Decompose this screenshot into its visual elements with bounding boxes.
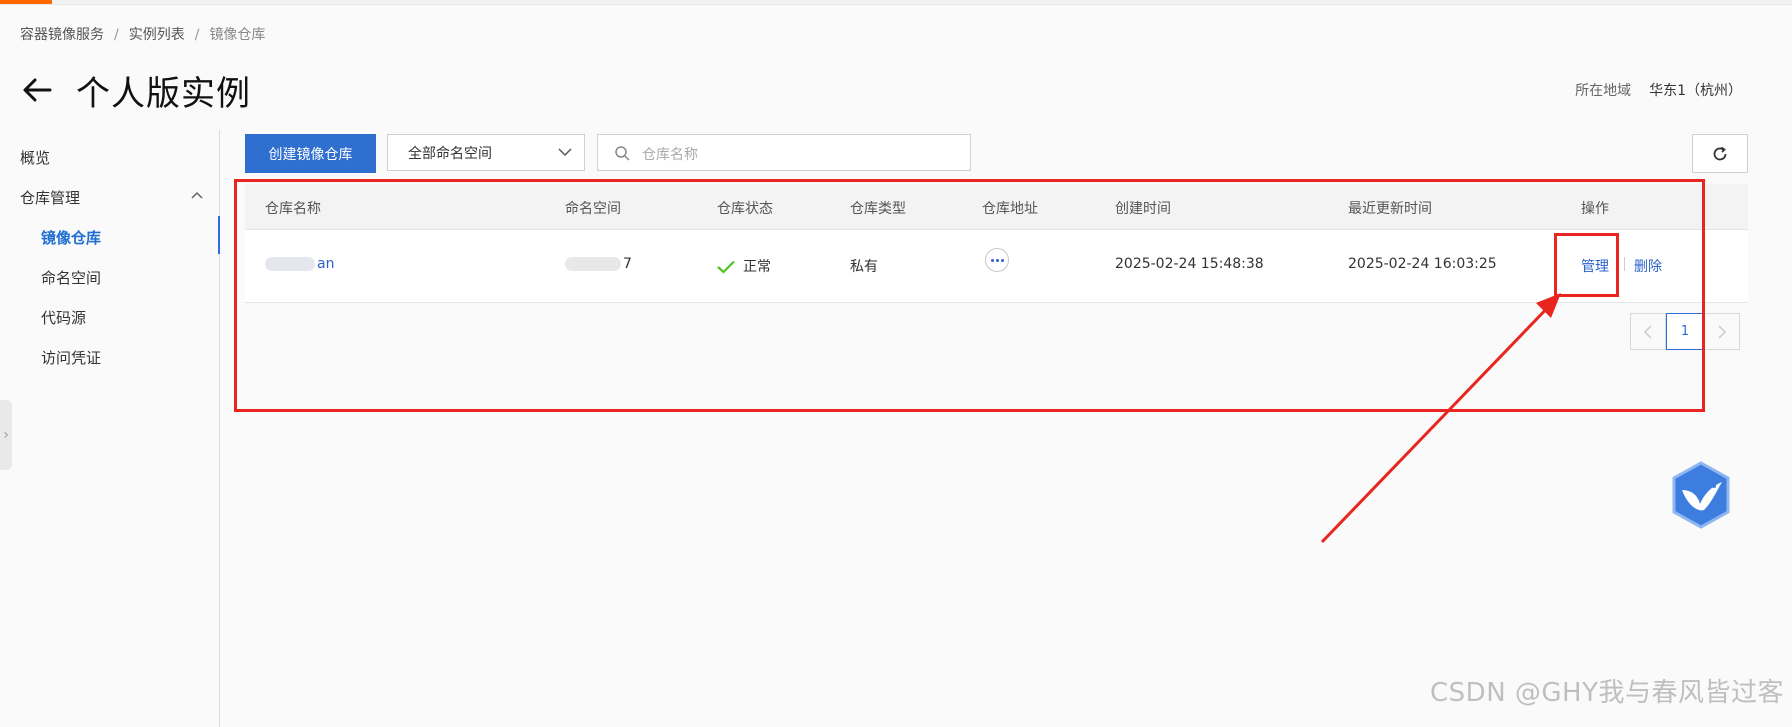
- action-divider: [1624, 257, 1625, 271]
- namespace-select-value: 全部命名空间: [408, 145, 492, 162]
- sidebar-collapse-handle[interactable]: ›: [0, 400, 12, 470]
- search-icon: [615, 146, 630, 161]
- repo-name-text: an: [317, 256, 335, 272]
- next-page-button[interactable]: [1704, 313, 1740, 350]
- watermark: CSDN @GHY我与春风皆过客: [1430, 678, 1784, 708]
- table-header: 仓库名称 命名空间 仓库状态 仓库类型 仓库地址 创建时间 最近更新时间 操作: [245, 184, 1748, 230]
- pagination: 1: [1630, 313, 1740, 350]
- chevron-up-icon[interactable]: [190, 190, 204, 200]
- page-header: 个人版实例: [20, 66, 251, 114]
- arrow-left-icon[interactable]: [20, 73, 54, 107]
- sidebar-item-namespaces[interactable]: 命名空间: [41, 267, 101, 288]
- refresh-icon: [1713, 146, 1727, 160]
- search-input[interactable]: [640, 141, 964, 167]
- sidebar: 概览 仓库管理 镜像仓库 命名空间 代码源 访问凭证: [0, 130, 220, 727]
- sidebar-item-image-repos[interactable]: 镜像仓库: [41, 227, 101, 248]
- column-header: 仓库状态: [717, 201, 773, 217]
- chevron-right-icon: [1718, 324, 1727, 339]
- refresh-button[interactable]: [1692, 134, 1748, 173]
- active-indicator: [218, 216, 220, 254]
- search-box: [597, 134, 971, 171]
- page-number[interactable]: 1: [1666, 313, 1704, 350]
- top-bar: [0, 0, 1792, 5]
- updated-time-cell: 2025-02-24 16:03:25: [1348, 256, 1497, 272]
- created-time-cell: 2025-02-24 15:48:38: [1115, 256, 1264, 272]
- chevron-right-icon: ›: [3, 427, 9, 443]
- brand-accent: [0, 0, 52, 4]
- chevron-down-icon: [558, 148, 572, 157]
- breadcrumb-separator: /: [194, 27, 200, 43]
- breadcrumb-current: 镜像仓库: [209, 27, 266, 43]
- annotation-arrow: [1320, 293, 1561, 544]
- redacted-mask: [565, 257, 621, 271]
- namespace-text: 7: [623, 256, 632, 272]
- create-repo-button[interactable]: 创建镜像仓库: [245, 134, 376, 173]
- redacted-mask: [265, 257, 315, 271]
- breadcrumb-item[interactable]: 容器镜像服务: [20, 24, 104, 44]
- breadcrumb-separator: /: [114, 27, 119, 43]
- sidebar-item-access-credentials[interactable]: 访问凭证: [41, 347, 101, 368]
- chevron-left-icon: [1643, 324, 1652, 339]
- check-icon: [717, 260, 735, 274]
- assistant-bird-icon[interactable]: [1666, 460, 1736, 530]
- more-icon[interactable]: [985, 248, 1009, 272]
- page-title: 个人版实例: [76, 73, 251, 114]
- breadcrumb-item[interactable]: 实例列表: [129, 24, 185, 44]
- column-header: 仓库地址: [982, 201, 1038, 217]
- breadcrumb: 容器镜像服务 / 实例列表 / 镜像仓库: [20, 24, 265, 44]
- repo-name-link[interactable]: an: [265, 256, 334, 272]
- table-row: an 7 正常 私有 2025-02-24 15:48:38 2025-02-2…: [245, 230, 1748, 303]
- namespace-cell: 7: [565, 256, 632, 272]
- column-header: 最近更新时间: [1348, 201, 1432, 217]
- sidebar-item-overview[interactable]: 概览: [20, 147, 50, 168]
- column-header: 创建时间: [1115, 201, 1171, 217]
- column-header: 操作: [1581, 201, 1609, 217]
- region-label: 所在地域: [1575, 83, 1632, 99]
- prev-page-button[interactable]: [1630, 313, 1666, 350]
- sidebar-item-code-source[interactable]: 代码源: [41, 307, 86, 328]
- column-header: 命名空间: [565, 201, 621, 217]
- manage-link[interactable]: 管理: [1581, 256, 1609, 276]
- delete-link[interactable]: 删除: [1634, 256, 1662, 276]
- type-cell: 私有: [850, 259, 878, 275]
- column-header: 仓库名称: [265, 201, 321, 217]
- namespace-select[interactable]: 全部命名空间: [387, 134, 585, 171]
- status-text: 正常: [743, 259, 771, 275]
- status-cell: 正常: [717, 256, 771, 276]
- region-info: 所在地域 华东1（杭州）: [1575, 80, 1742, 100]
- region-value: 华东1（杭州）: [1649, 83, 1742, 99]
- sidebar-group-repo-management[interactable]: 仓库管理: [20, 187, 80, 208]
- column-header: 仓库类型: [850, 201, 906, 217]
